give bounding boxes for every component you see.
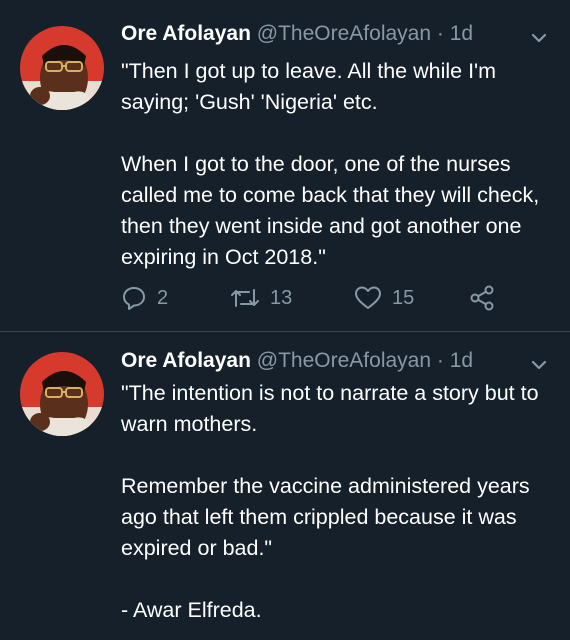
tweet-text: "Then I got up to leave. All the while I… (121, 59, 540, 269)
chevron-down-icon[interactable] (528, 355, 550, 375)
like-count: 15 (392, 286, 415, 309)
user-handle[interactable]: @TheOreAfolayan (257, 22, 431, 45)
timestamp[interactable]: 1d (450, 349, 473, 372)
separator-dot: · (436, 349, 444, 372)
retweet-icon (230, 285, 260, 311)
share-icon (469, 285, 497, 311)
timestamp[interactable]: 1d (450, 22, 473, 45)
display-name[interactable]: Ore Afolayan (121, 349, 251, 372)
reply-button[interactable]: 2 (121, 284, 168, 312)
reply-icon (121, 285, 147, 311)
chevron-down-icon[interactable] (528, 28, 550, 48)
reply-count: 2 (157, 286, 169, 309)
tweet-text: "The intention is not to narrate a story… (121, 381, 539, 622)
heart-icon (354, 285, 382, 311)
tweet-header: Ore Afolayan @TheOreAfolayan · 1d (121, 349, 473, 373)
avatar-image (20, 26, 104, 110)
share-button[interactable] (469, 284, 497, 312)
avatar[interactable] (20, 26, 104, 110)
separator-dot: · (436, 22, 444, 45)
tweet-1[interactable]: Ore Afolayan @TheOreAfolayan · 1d "Then … (0, 0, 570, 330)
user-handle[interactable]: @TheOreAfolayan (257, 349, 431, 372)
retweet-count: 13 (270, 286, 293, 309)
tweet-actions: 2 13 15 (121, 284, 541, 312)
retweet-button[interactable]: 13 (230, 284, 292, 312)
tweet-header: Ore Afolayan @TheOreAfolayan · 1d (121, 22, 473, 46)
avatar[interactable] (20, 352, 104, 436)
tweet-2[interactable]: Ore Afolayan @TheOreAfolayan · 1d "The i… (0, 332, 570, 640)
avatar-image (20, 352, 104, 436)
display-name[interactable]: Ore Afolayan (121, 22, 251, 45)
like-button[interactable]: 15 (354, 284, 414, 312)
